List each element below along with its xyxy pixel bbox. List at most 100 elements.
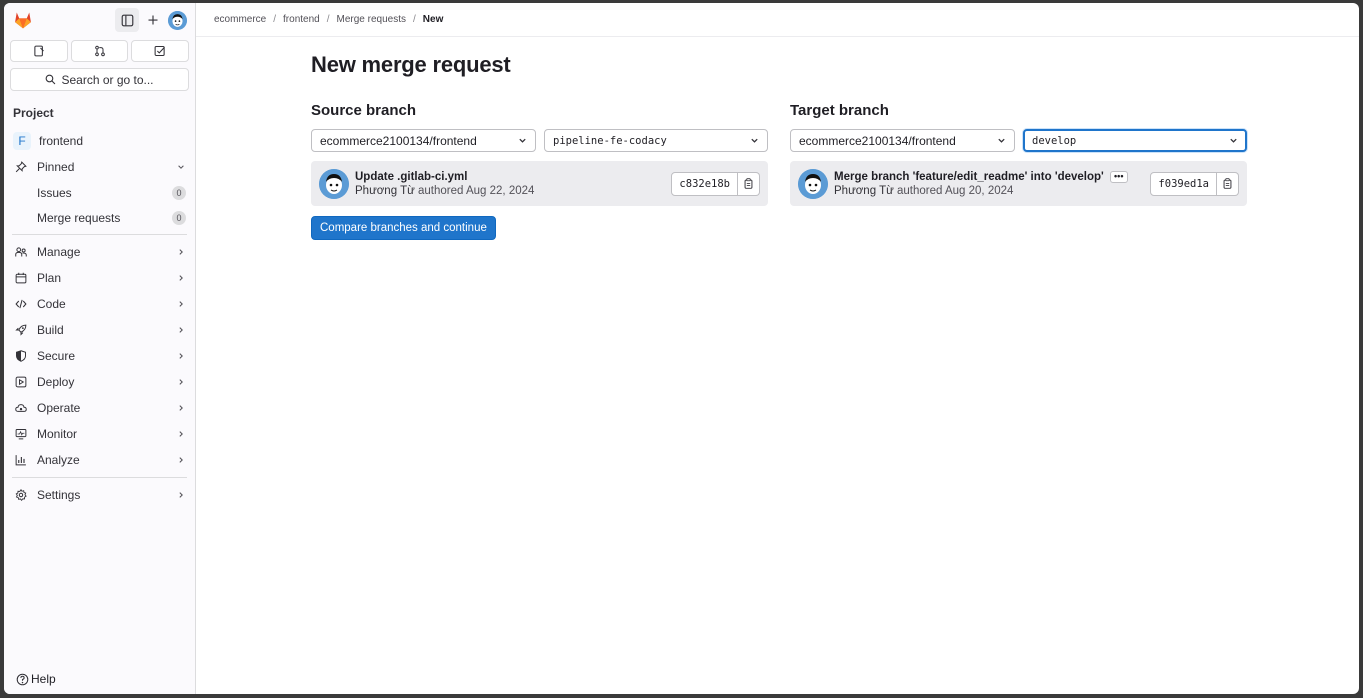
source-project-value: ecommerce2100134/frontend xyxy=(320,133,477,148)
sidebar-item-analyze[interactable]: Analyze xyxy=(4,447,195,473)
sidebar-item-settings[interactable]: Settings xyxy=(4,482,195,508)
gitlab-logo-icon[interactable] xyxy=(13,10,33,30)
main-content: ecommerce / frontend / Merge requests / … xyxy=(196,3,1359,694)
browser-window: Search or go to... Project F frontend Pi… xyxy=(4,3,1359,694)
target-commit-card: Merge branch 'feature/edit_readme' into … xyxy=(790,161,1247,206)
project-name: frontend xyxy=(39,134,84,148)
plus-icon xyxy=(148,15,158,25)
source-selects: ecommerce2100134/frontend pipeline-fe-co… xyxy=(311,129,768,152)
source-commit-card: Update .gitlab-ci.yml Phương Từ authored… xyxy=(311,161,768,206)
chevron-down-icon xyxy=(519,138,526,143)
todos-quick-button[interactable] xyxy=(131,40,190,62)
target-project-value: ecommerce2100134/frontend xyxy=(799,133,956,148)
breadcrumb-separator: / xyxy=(326,14,330,25)
chevron-down-icon xyxy=(751,138,758,143)
breadcrumb-separator: / xyxy=(413,14,416,25)
sidebar-item-manage[interactable]: Manage xyxy=(4,239,195,265)
chevron-right-icon xyxy=(179,275,183,281)
commit-title-link[interactable]: Merge branch 'feature/edit_readme' into … xyxy=(834,171,1104,183)
commit-author-link[interactable]: Phương Từ xyxy=(834,185,894,197)
source-project-dropdown[interactable]: ecommerce2100134/frontend xyxy=(311,129,536,152)
chevron-right-icon xyxy=(179,431,183,437)
sidebar-divider xyxy=(12,477,187,478)
chevron-down-icon xyxy=(1230,138,1237,143)
compare-branches-button[interactable]: Compare branches and continue xyxy=(311,216,496,240)
sidebar-item-build[interactable]: Build xyxy=(4,317,195,343)
copy-icon xyxy=(1223,178,1232,189)
sidebar-item-label: Manage xyxy=(37,245,81,259)
page-title: New merge request xyxy=(311,52,511,77)
issues-quick-button[interactable] xyxy=(10,40,68,62)
target-project-dropdown[interactable]: ecommerce2100134/frontend xyxy=(790,129,1015,152)
quick-actions xyxy=(4,37,195,62)
help-button[interactable]: Help xyxy=(16,672,56,686)
chevron-right-icon xyxy=(179,457,183,463)
code-icon xyxy=(15,299,27,309)
commit-authored-text: authored Aug 20, 2024 xyxy=(897,184,1014,197)
commit-sha-button[interactable]: c832e18b xyxy=(671,171,738,196)
commit-author-link[interactable]: Phương Từ xyxy=(355,185,415,197)
commit-title-link[interactable]: Update .gitlab-ci.yml xyxy=(355,171,467,183)
user-avatar[interactable] xyxy=(168,10,187,30)
merge-request-icon xyxy=(94,45,105,57)
sidebar-item-pinned[interactable]: Pinned xyxy=(4,154,195,180)
sidebar-toggle-icon xyxy=(121,14,133,26)
gear-icon xyxy=(15,489,27,501)
merge-requests-quick-button[interactable] xyxy=(70,40,129,62)
sidebar-item-secure[interactable]: Secure xyxy=(4,343,195,369)
chart-icon xyxy=(15,455,26,466)
copy-sha-button[interactable] xyxy=(738,171,760,196)
source-branch-dropdown[interactable]: pipeline-fe-codacy xyxy=(544,129,768,152)
target-selects: ecommerce2100134/frontend develop xyxy=(790,129,1247,152)
commit-sha-group: c832e18b xyxy=(671,171,760,196)
commit-sha-button[interactable]: f039ed1a xyxy=(1150,171,1217,196)
chevron-down-icon xyxy=(178,165,184,169)
sidebar-item-monitor[interactable]: Monitor xyxy=(4,421,195,447)
sidebar-item-plan[interactable]: Plan xyxy=(4,265,195,291)
commit-authored-text: authored Aug 22, 2024 xyxy=(418,184,535,197)
calendar-icon xyxy=(15,272,27,284)
target-branch-value: develop xyxy=(1032,134,1077,147)
issues-icon xyxy=(34,45,44,57)
avatar-face-icon xyxy=(319,168,349,199)
chevron-right-icon xyxy=(179,249,183,255)
search-label: Search or go to... xyxy=(61,72,154,87)
sidebar-menu: Manage Plan Code Build Secure Deploy Ope… xyxy=(4,239,195,473)
chevron-right-icon xyxy=(179,327,183,333)
sidebar-item-label: Build xyxy=(37,323,64,337)
sidebar-item-label: Secure xyxy=(37,349,76,363)
sidebar-item-label: Operate xyxy=(37,401,81,415)
search-icon xyxy=(46,74,56,85)
chevron-right-icon xyxy=(179,379,183,385)
sidebar-item-operate[interactable]: Operate xyxy=(4,395,195,421)
sidebar-item-deploy[interactable]: Deploy xyxy=(4,369,195,395)
sidebar-item-merge-requests[interactable]: Merge requests 0 xyxy=(4,205,195,230)
copy-sha-button[interactable] xyxy=(1217,171,1239,196)
copy-icon xyxy=(744,178,753,189)
commit-author-avatar[interactable] xyxy=(319,168,349,199)
monitor-icon xyxy=(15,429,27,440)
pin-icon xyxy=(15,161,27,173)
breadcrumb-ecommerce[interactable]: ecommerce xyxy=(214,14,266,25)
sidebar-header xyxy=(4,3,195,37)
sidebar-toggle-button[interactable] xyxy=(115,8,139,32)
shield-icon xyxy=(16,350,26,362)
commit-author-avatar[interactable] xyxy=(798,168,828,199)
users-icon xyxy=(15,247,27,257)
sidebar-item-label: Monitor xyxy=(37,427,78,441)
sidebar-item-code[interactable]: Code xyxy=(4,291,195,317)
target-branch-heading: Target branch xyxy=(790,102,889,119)
sidebar-item-issues[interactable]: Issues 0 xyxy=(4,180,195,205)
help-label: Help xyxy=(31,672,56,686)
rocket-icon xyxy=(15,324,27,336)
create-new-button[interactable] xyxy=(141,8,165,32)
expand-description-button[interactable]: ••• xyxy=(1109,170,1128,183)
target-branch-section: Target branch ecommerce2100134/frontend … xyxy=(790,102,1247,240)
breadcrumb-current[interactable]: New xyxy=(423,14,444,25)
breadcrumb-frontend[interactable]: frontend xyxy=(283,14,320,25)
breadcrumb-merge-requests[interactable]: Merge requests xyxy=(337,14,406,25)
target-branch-dropdown[interactable]: develop xyxy=(1023,129,1247,152)
sidebar-item-project[interactable]: F frontend xyxy=(4,128,195,154)
search-button[interactable]: Search or go to... xyxy=(10,68,189,91)
sidebar-item-label: Pinned xyxy=(37,160,75,174)
